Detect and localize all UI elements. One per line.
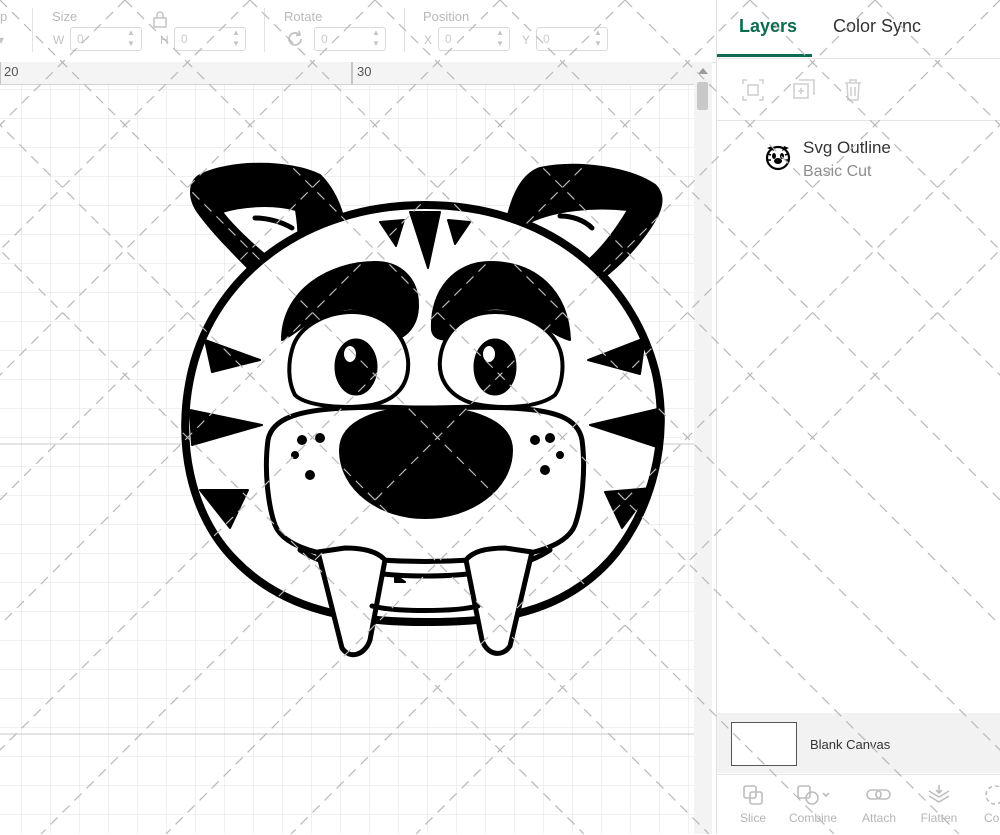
layer-item[interactable]: Svg Outline Basic Cut [717,132,1000,188]
size-w-label: W [53,33,65,47]
rotate-stepper[interactable]: ▲ ▼ [370,27,382,51]
tiger-face-artwork[interactable] [170,157,680,667]
delete-icon[interactable] [841,78,865,102]
contour-label: Con [983,811,1000,825]
blank-canvas-label: Blank Canvas [810,737,891,752]
attach-label: Attach [861,811,897,825]
toolbar-divider [264,8,265,52]
height-input-value: 0 [181,32,188,46]
active-tab-indicator [717,54,812,57]
attach-button[interactable]: Attach [859,783,899,825]
scrollbar-thumb[interactable] [697,82,708,110]
lock-icon[interactable] [153,10,167,28]
layers-panel: Layers Color Sync Svg Outline Basic Cut … [716,0,1000,835]
toolbar-divider [404,8,405,52]
ruler-label-20: 20 [4,64,19,79]
group-icon[interactable] [741,78,765,102]
width-input-value: 0 [77,32,84,46]
horizontal-ruler: 20 30 [0,62,694,85]
combine-icon [797,785,830,805]
rotate-label: Rotate [284,9,323,24]
duplicate-icon[interactable] [792,78,816,102]
ruler-ticks [0,62,353,84]
position-y-stepper[interactable]: ▲ ▼ [592,27,604,51]
rotate-input-value: 0 [321,32,328,46]
ruler-label-30: 30 [357,64,372,79]
height-stepper[interactable]: ▲ ▼ [230,27,242,51]
contour-icon [985,785,1000,805]
toolbar-divider [717,120,1000,121]
flip-dropdown-arrow[interactable]: ▾ [0,33,4,47]
combine-button[interactable]: Combine [785,783,841,825]
canvas-thumbnail [731,722,797,766]
attach-icon [866,789,891,800]
rotate-icon [288,30,302,46]
blank-canvas-item[interactable]: Blank Canvas [717,713,1000,773]
slice-button[interactable]: Slice [737,783,769,825]
flatten-icon [928,785,950,803]
design-canvas[interactable]: 20 30 [0,62,694,834]
layer-thumbnail-icon [765,145,791,171]
position-label: Position [423,9,470,24]
contour-button[interactable]: Con [975,783,1000,825]
position-x-label: X [424,33,433,47]
layer-name: Svg Outline [803,138,891,157]
bottom-action-bar: Slice Combine Attach Flatten Co [717,774,1000,835]
canvas-vertical-scrollbar[interactable] [694,62,712,834]
position-y-value: 0 [543,32,550,46]
width-stepper[interactable]: ▲ ▼ [125,27,137,51]
tab-divider [717,58,1000,59]
position-x-stepper[interactable]: ▲ ▼ [494,27,506,51]
layer-operation-type: Basic Cut [803,163,872,180]
slice-label: Slice [739,811,766,825]
position-x-value: 0 [445,32,452,46]
combine-label: Combine [788,811,838,825]
position-y-label: Y [522,33,531,47]
tab-layers[interactable]: Layers [739,16,797,37]
size-label: Size [52,9,78,24]
top-toolbar: p ▾ Size W 0 ▲ ▼ H 0 ▲ ▼ Rotate 0 ▲ ▼ Posit… [0,0,716,63]
flatten-label: Flatten [920,811,958,825]
slice-icon [743,785,763,805]
scroll-up-arrow-icon[interactable] [698,68,708,74]
toolbar-divider [32,8,33,52]
flatten-button[interactable]: Flatten [917,783,961,825]
tab-color-sync[interactable]: Color Sync [833,16,921,37]
size-h-label: H [160,33,169,47]
flip-label: p [0,9,8,24]
